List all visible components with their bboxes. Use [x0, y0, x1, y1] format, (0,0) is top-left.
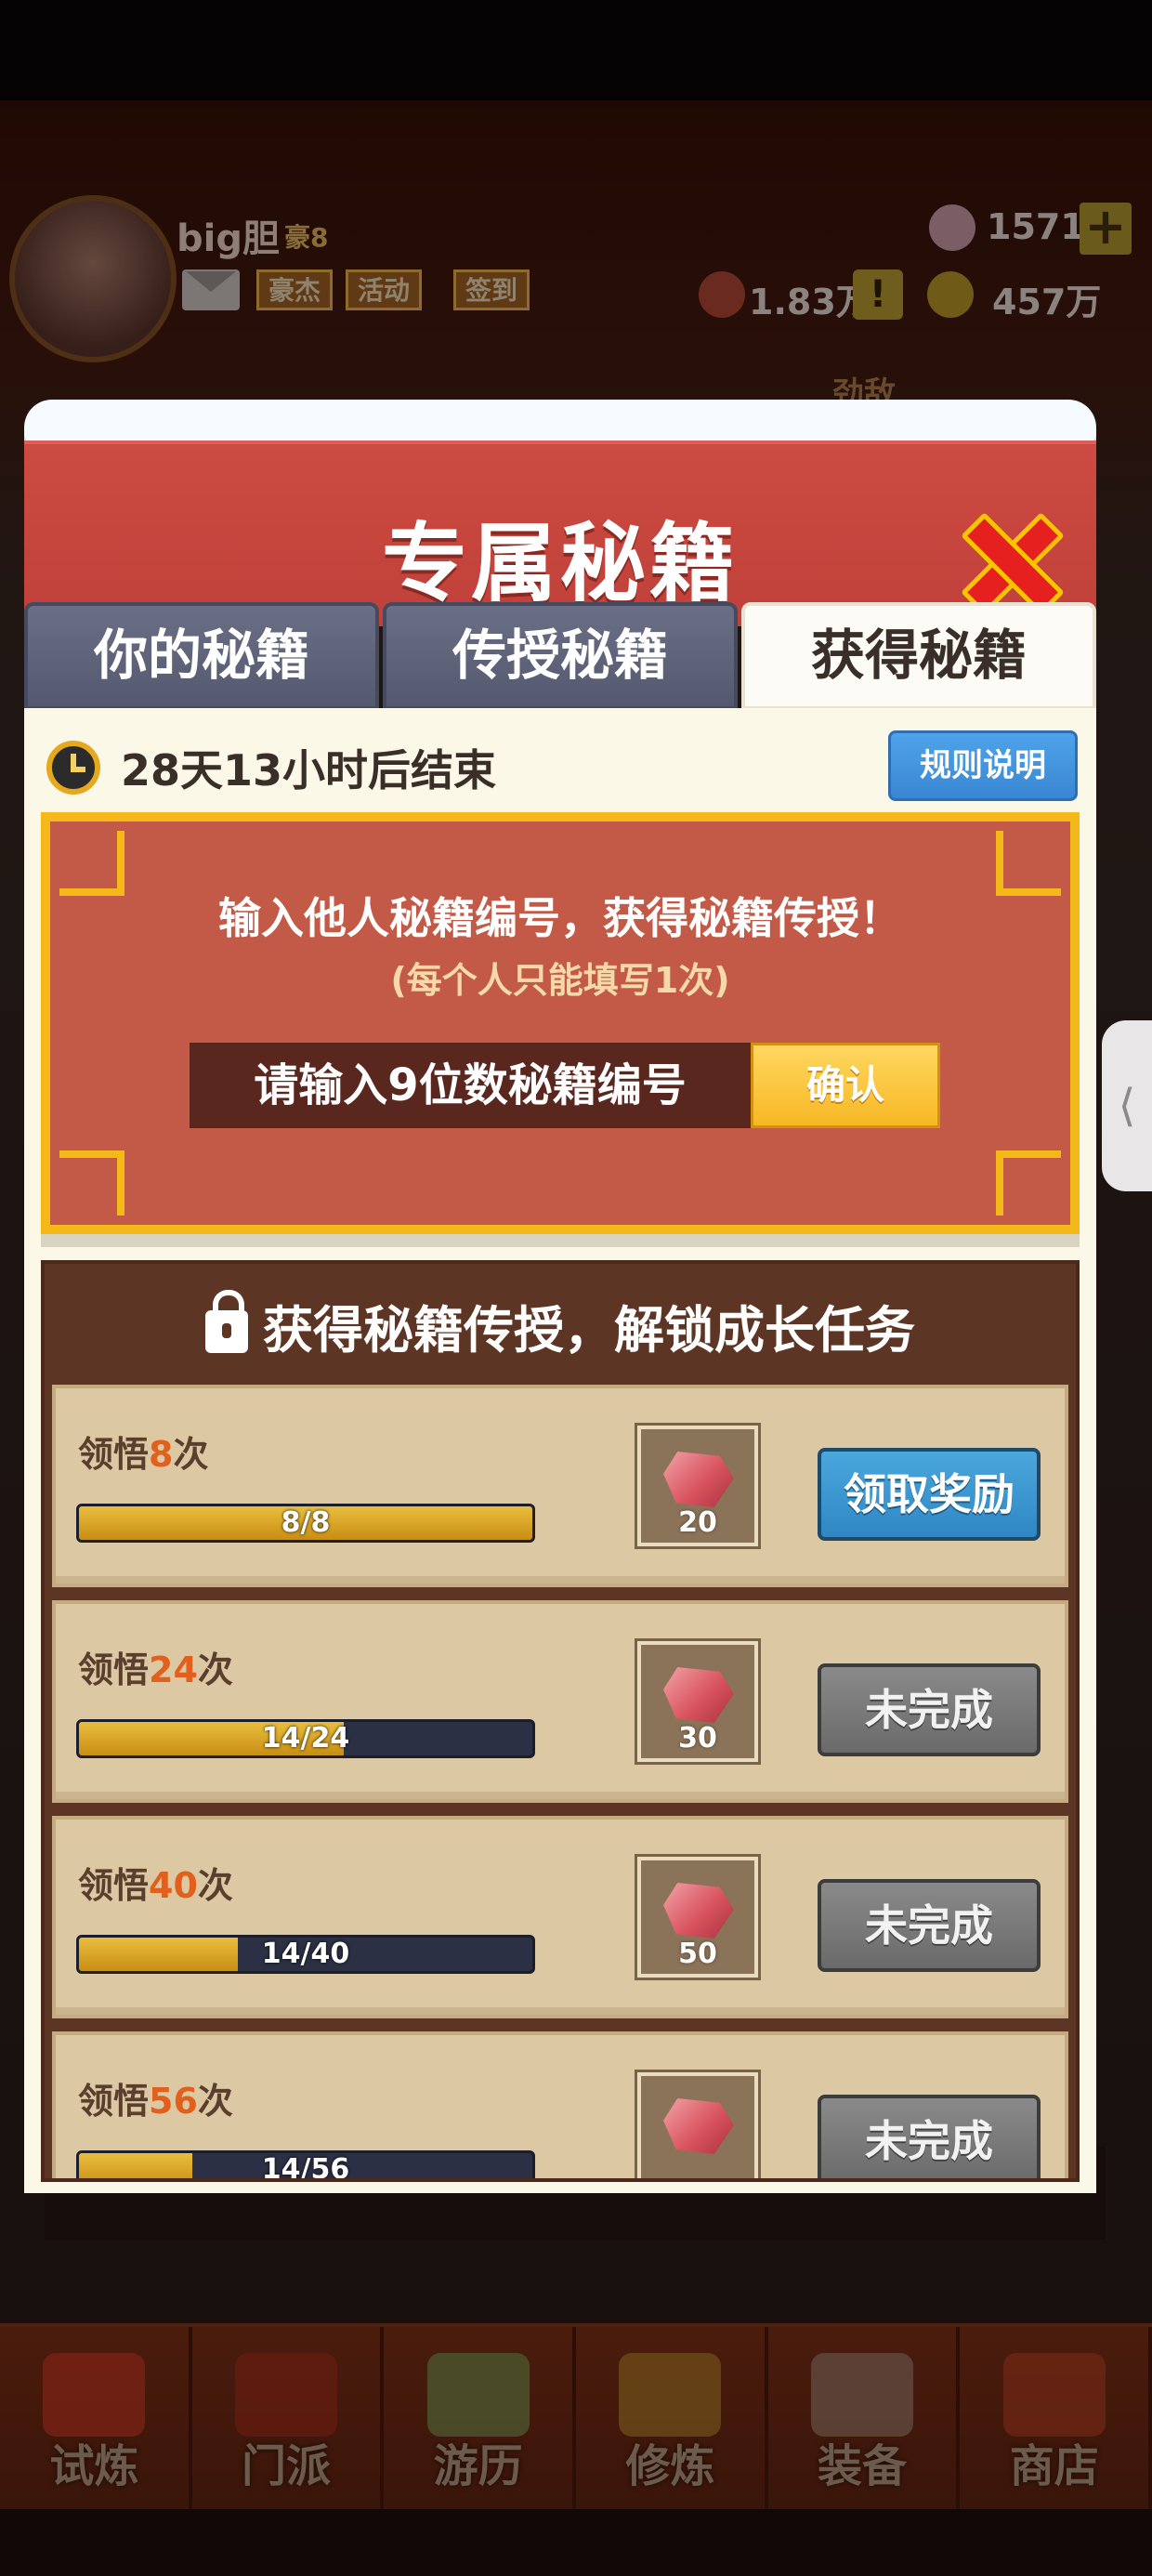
- nav-travel[interactable]: 游历: [384, 2327, 577, 2509]
- tasks-title: 获得秘籍传授，解锁成长任务: [263, 1300, 915, 1360]
- nav-label: 商店: [1009, 2440, 1099, 2492]
- reward-count: 30: [678, 1722, 717, 1755]
- code-panel-subtitle: (每个人只能填写1次): [390, 960, 730, 1001]
- rules-button[interactable]: 规则说明: [888, 730, 1078, 801]
- progress-text: 8/8: [281, 1506, 331, 1539]
- dialog-title: 专属秘籍: [381, 514, 739, 613]
- nav-label: 门派: [242, 2440, 332, 2492]
- claim-reward-button[interactable]: 领取奖励: [818, 1448, 1041, 1541]
- tag-activity[interactable]: 活动: [346, 269, 423, 310]
- tag-heroes[interactable]: 豪杰: [256, 269, 334, 310]
- gem-icon: [663, 2098, 734, 2154]
- tag-signin[interactable]: 签到: [453, 269, 530, 310]
- book-icon: [619, 2353, 722, 2437]
- task-row: 领悟40次 14/40 50 未完成: [52, 1816, 1068, 2018]
- incomplete-button[interactable]: 未完成: [818, 1663, 1041, 1756]
- nav-label: 游历: [433, 2440, 523, 2492]
- gem-icon: [663, 1667, 734, 1723]
- panel-divider: [41, 1234, 1080, 1247]
- task-row: 领悟56次 14/56 未完成: [52, 2031, 1068, 2182]
- corner-ornament: [59, 1150, 124, 1216]
- gold-value: 457万: [992, 282, 1102, 322]
- progress-text: 14/24: [261, 1722, 350, 1755]
- scroll-icon: [43, 2353, 146, 2437]
- manual-code-input[interactable]: [190, 1043, 751, 1128]
- corner-ornament: [996, 1150, 1061, 1216]
- incomplete-button[interactable]: 未完成: [818, 2095, 1041, 2178]
- player-name: big胆: [177, 217, 280, 260]
- reward-count: 50: [678, 1938, 717, 1970]
- task-label: 领悟40次: [78, 1865, 233, 1906]
- nav-cultivate[interactable]: 修炼: [576, 2327, 768, 2509]
- dialog-body: 28天13小时后结束 规则说明 输入他人秘籍编号，获得秘籍传授！ (每个人只能填…: [24, 708, 1096, 2193]
- clock-icon: [46, 741, 100, 795]
- add-gems-button[interactable]: +: [1080, 202, 1132, 255]
- task-label: 领悟24次: [78, 1649, 233, 1690]
- player-rank: 豪8: [284, 222, 329, 253]
- nav-label: 试炼: [49, 2440, 139, 2492]
- gem-icon: [663, 1883, 734, 1939]
- timer-text: 28天13小时后结束: [121, 745, 497, 795]
- task-list[interactable]: 领悟8次 8/8 20 领取奖励 领悟24次 14/24 30 未完成 领悟40…: [52, 1385, 1068, 2182]
- reward-count: 20: [678, 1506, 717, 1539]
- gate-icon: [235, 2353, 337, 2437]
- task-row: 领悟8次 8/8 20 领取奖励: [52, 1385, 1068, 1587]
- incomplete-button[interactable]: 未完成: [818, 1879, 1041, 1972]
- task-progress-bar: 8/8: [76, 1504, 535, 1543]
- nav-trial[interactable]: 试炼: [0, 2327, 192, 2509]
- reward-slot[interactable]: 20: [635, 1423, 761, 1549]
- task-label: 领悟56次: [78, 2081, 233, 2122]
- lock-icon: [205, 1290, 248, 1353]
- mail-icon[interactable]: [182, 269, 240, 310]
- progress-text: 14/56: [261, 2153, 350, 2182]
- bottom-nav: 试炼 门派 游历 修炼 装备 商店: [0, 2323, 1152, 2509]
- event-timer: 28天13小时后结束: [46, 738, 496, 797]
- code-entry-panel: 输入他人秘籍编号，获得秘籍传授！ (每个人只能填写1次) 确认: [41, 812, 1080, 1234]
- nav-sect[interactable]: 门派: [191, 2327, 385, 2509]
- dialog-header: 专属秘籍: [24, 440, 1096, 626]
- task-progress-bar: 14/40: [76, 1935, 535, 1974]
- tab-teach-manual[interactable]: 传授秘籍: [383, 602, 738, 710]
- status-bar-area: [0, 0, 1152, 100]
- gem-icon: [929, 204, 975, 251]
- reward-slot[interactable]: 50: [635, 1854, 761, 1980]
- side-drawer-handle[interactable]: ⟨: [1102, 1020, 1152, 1191]
- nav-shop[interactable]: 商店: [960, 2327, 1152, 2509]
- reward-slot[interactable]: [635, 2070, 761, 2178]
- close-icon[interactable]: [961, 513, 1054, 606]
- tab-obtain-manual[interactable]: 获得秘籍: [741, 602, 1096, 710]
- secret-manual-dialog: 专属秘籍 你的秘籍 传授秘籍 获得秘籍 28天13小时后结束 规则说明 输入他人…: [24, 400, 1096, 2193]
- task-progress-bar: 14/24: [76, 1719, 535, 1758]
- progress-text: 14/40: [261, 1938, 350, 1970]
- system-nav-area: [0, 2507, 1152, 2576]
- shop-icon: [1002, 2353, 1106, 2437]
- tasks-header: 获得秘籍传授，解锁成长任务: [45, 1288, 1076, 1362]
- nav-label: 修炼: [625, 2440, 715, 2492]
- tab-your-manual[interactable]: 你的秘籍: [24, 602, 379, 710]
- mountain-icon: [426, 2353, 530, 2437]
- gem-icon: [663, 1452, 734, 1507]
- confirm-button[interactable]: 确认: [751, 1043, 940, 1128]
- growth-tasks-panel: 获得秘籍传授，解锁成长任务 领悟8次 8/8 20 领取奖励 领悟24次 14/…: [41, 1260, 1080, 2182]
- code-panel-title: 输入他人秘籍编号，获得秘籍传授！: [218, 893, 902, 943]
- task-progress-bar: 14/56: [76, 2150, 535, 2182]
- gem-count: 1571: [987, 206, 1085, 247]
- player-avatar[interactable]: [9, 195, 177, 362]
- sword-icon: [811, 2353, 914, 2437]
- reward-slot[interactable]: 30: [635, 1638, 761, 1765]
- nav-equipment[interactable]: 装备: [767, 2327, 961, 2509]
- task-row: 领悟24次 14/24 30 未完成: [52, 1600, 1068, 1803]
- task-label: 领悟8次: [78, 1434, 209, 1475]
- alert-button[interactable]: !: [853, 269, 903, 320]
- coin-icon: [927, 271, 974, 318]
- nav-label: 装备: [818, 2440, 908, 2492]
- power-icon: [699, 271, 745, 318]
- tab-bar: 你的秘籍 传授秘籍 获得秘籍: [24, 602, 1096, 710]
